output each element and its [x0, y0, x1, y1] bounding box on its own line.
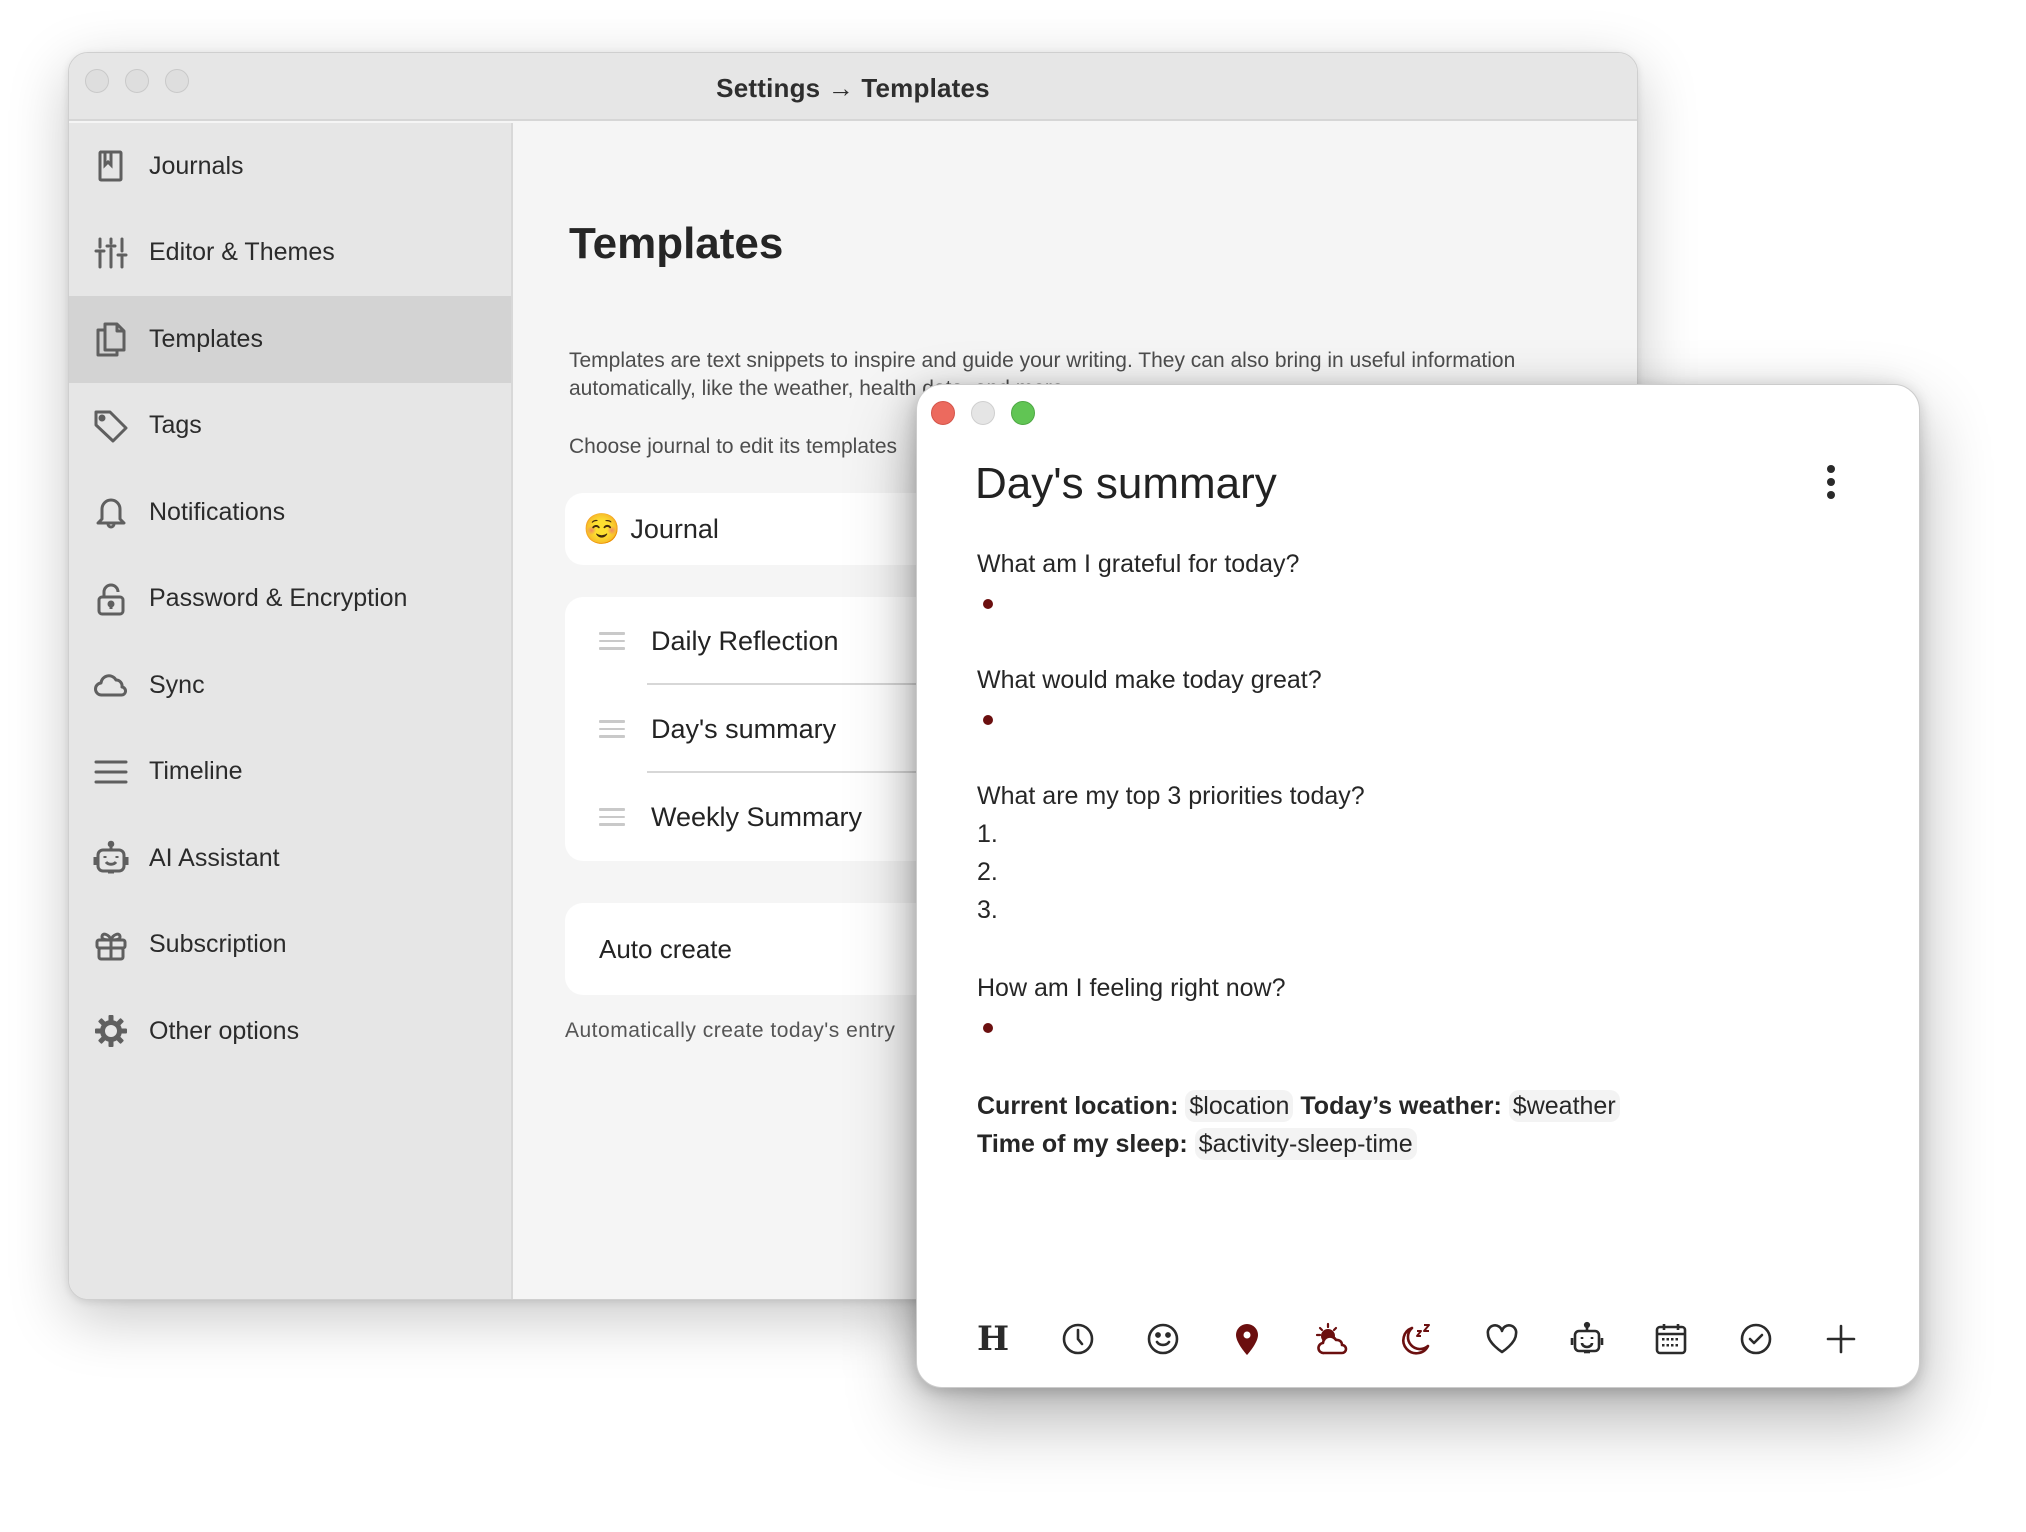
numbered-item[interactable]: 3.: [977, 891, 1859, 929]
weather-label: Today’s weather:: [1300, 1092, 1502, 1120]
ai-button[interactable]: [1567, 1319, 1607, 1359]
drag-handle-icon[interactable]: [599, 808, 625, 826]
sidebar-item-editor-themes[interactable]: Editor & Themes: [69, 210, 511, 297]
lines-icon: [93, 754, 129, 790]
sidebar-item-templates[interactable]: Templates: [69, 296, 511, 383]
sidebar-item-label: Templates: [149, 324, 263, 353]
heart-icon: [1486, 1324, 1518, 1354]
page-title: Templates: [569, 219, 784, 268]
zoom-button[interactable]: [1011, 401, 1035, 425]
robot-icon: [1570, 1321, 1603, 1354]
clock-icon: [1062, 1323, 1094, 1355]
calendar-button[interactable]: [1651, 1319, 1691, 1359]
window-controls: [931, 401, 1035, 425]
sidebar-item-label: Sync: [149, 670, 205, 699]
question-text: How am I feeling right now?: [977, 974, 1286, 1002]
template-editor-window: Day's summary What am I grateful for tod…: [916, 384, 1920, 1388]
sidebar-item-label: Notifications: [149, 497, 286, 526]
bullet-item[interactable]: [977, 699, 1859, 737]
auto-create-description: Automatically create today's entry: [565, 1019, 896, 1042]
bullet-icon: [983, 599, 993, 609]
template-name: Day's summary: [651, 713, 837, 744]
heading-icon: H: [976, 1319, 1010, 1359]
journal-emoji-icon: ☺️: [583, 512, 621, 546]
tag-icon: [93, 408, 129, 444]
plus-icon: [1826, 1324, 1856, 1354]
template-title[interactable]: Day's summary: [975, 459, 1277, 509]
sidebar-item-other-options[interactable]: Other options: [69, 988, 511, 1075]
sidebar: Journals Editor & Themes Templates Tags …: [69, 123, 513, 1299]
title-bar: Settings → Templates: [69, 53, 1637, 121]
sidebar-item-label: AI Assistant: [149, 843, 280, 872]
sleep-label: Time of my sleep:: [977, 1130, 1188, 1158]
sleep-variable-chip[interactable]: $activity-sleep-time: [1194, 1128, 1417, 1160]
add-button[interactable]: [1821, 1319, 1861, 1359]
auto-create-label: Auto create: [599, 933, 732, 964]
minimize-button[interactable]: [971, 401, 995, 425]
sidebar-item-sync[interactable]: Sync: [69, 642, 511, 729]
sidebar-item-label: Timeline: [149, 757, 243, 786]
bullet-icon: [983, 715, 993, 725]
weather-variable-chip[interactable]: $weather: [1508, 1090, 1620, 1122]
location-variable-chip[interactable]: $location: [1185, 1090, 1294, 1122]
sidebar-item-ai-assistant[interactable]: AI Assistant: [69, 815, 511, 902]
question-text: What would make today great?: [977, 666, 1322, 694]
lock-icon: [93, 581, 129, 617]
calendar-icon: [1656, 1324, 1687, 1355]
sidebar-item-subscription[interactable]: Subscription: [69, 902, 511, 989]
insert-toolbar: H: [937, 1307, 1899, 1371]
sliders-icon: [93, 235, 129, 271]
health-button[interactable]: [1482, 1319, 1522, 1359]
bullet-icon: [983, 1023, 993, 1033]
template-name: Weekly Summary: [651, 801, 863, 832]
window-title: Settings → Templates: [716, 73, 990, 103]
sleep-moon-icon: [1402, 1324, 1430, 1355]
numbered-item[interactable]: 1.: [977, 815, 1859, 853]
sidebar-item-password-encryption[interactable]: Password & Encryption: [69, 556, 511, 643]
sidebar-item-notifications[interactable]: Notifications: [69, 469, 511, 556]
question-text: What are my top 3 priorities today?: [977, 782, 1365, 810]
sidebar-item-label: Subscription: [149, 930, 287, 959]
todo-button[interactable]: [1736, 1319, 1776, 1359]
sidebar-item-tags[interactable]: Tags: [69, 383, 511, 470]
template-editor-body[interactable]: What am I grateful for today? What would…: [977, 545, 1859, 1163]
sidebar-item-label: Tags: [149, 411, 202, 440]
cloud-icon: [93, 667, 129, 703]
more-vertical-icon[interactable]: [1821, 465, 1841, 505]
sleep-button[interactable]: [1397, 1319, 1437, 1359]
choose-journal-label: Choose journal to edit its templates: [569, 435, 898, 458]
drag-handle-icon[interactable]: [599, 720, 625, 738]
documents-icon: [93, 321, 129, 357]
close-button[interactable]: [931, 401, 955, 425]
location-label: Current location:: [977, 1092, 1179, 1120]
time-button[interactable]: [1058, 1319, 1098, 1359]
sidebar-item-label: Other options: [149, 1016, 300, 1045]
journal-book-icon: [93, 148, 129, 184]
bullet-item[interactable]: [977, 583, 1859, 621]
sidebar-item-journals[interactable]: Journals: [69, 123, 511, 210]
location-button[interactable]: [1227, 1319, 1267, 1359]
template-variables: Current location: $location Today’s weat…: [977, 1087, 1859, 1163]
location-pin-icon: [1236, 1324, 1259, 1355]
drag-handle-icon[interactable]: [599, 632, 625, 650]
sidebar-item-timeline[interactable]: Timeline: [69, 729, 511, 816]
gift-icon: [93, 927, 129, 963]
question-text: What am I grateful for today?: [977, 550, 1300, 578]
heading-button[interactable]: H: [973, 1319, 1013, 1359]
gear-icon: [93, 1013, 129, 1049]
check-circle-icon: [1740, 1323, 1772, 1355]
robot-icon: [93, 840, 129, 876]
mood-button[interactable]: [1143, 1319, 1183, 1359]
bullet-item[interactable]: [977, 1007, 1859, 1045]
sidebar-item-label: Journals: [149, 151, 244, 180]
bell-icon: [93, 494, 129, 530]
weather-icon: [1316, 1322, 1348, 1355]
journal-name: Journal: [630, 513, 719, 544]
smiley-icon: [1147, 1323, 1178, 1355]
numbered-item[interactable]: 2.: [977, 853, 1859, 891]
sidebar-item-label: Password & Encryption: [149, 584, 408, 613]
weather-button[interactable]: [1312, 1319, 1352, 1359]
sidebar-item-label: Editor & Themes: [149, 238, 335, 267]
template-name: Daily Reflection: [651, 625, 839, 656]
